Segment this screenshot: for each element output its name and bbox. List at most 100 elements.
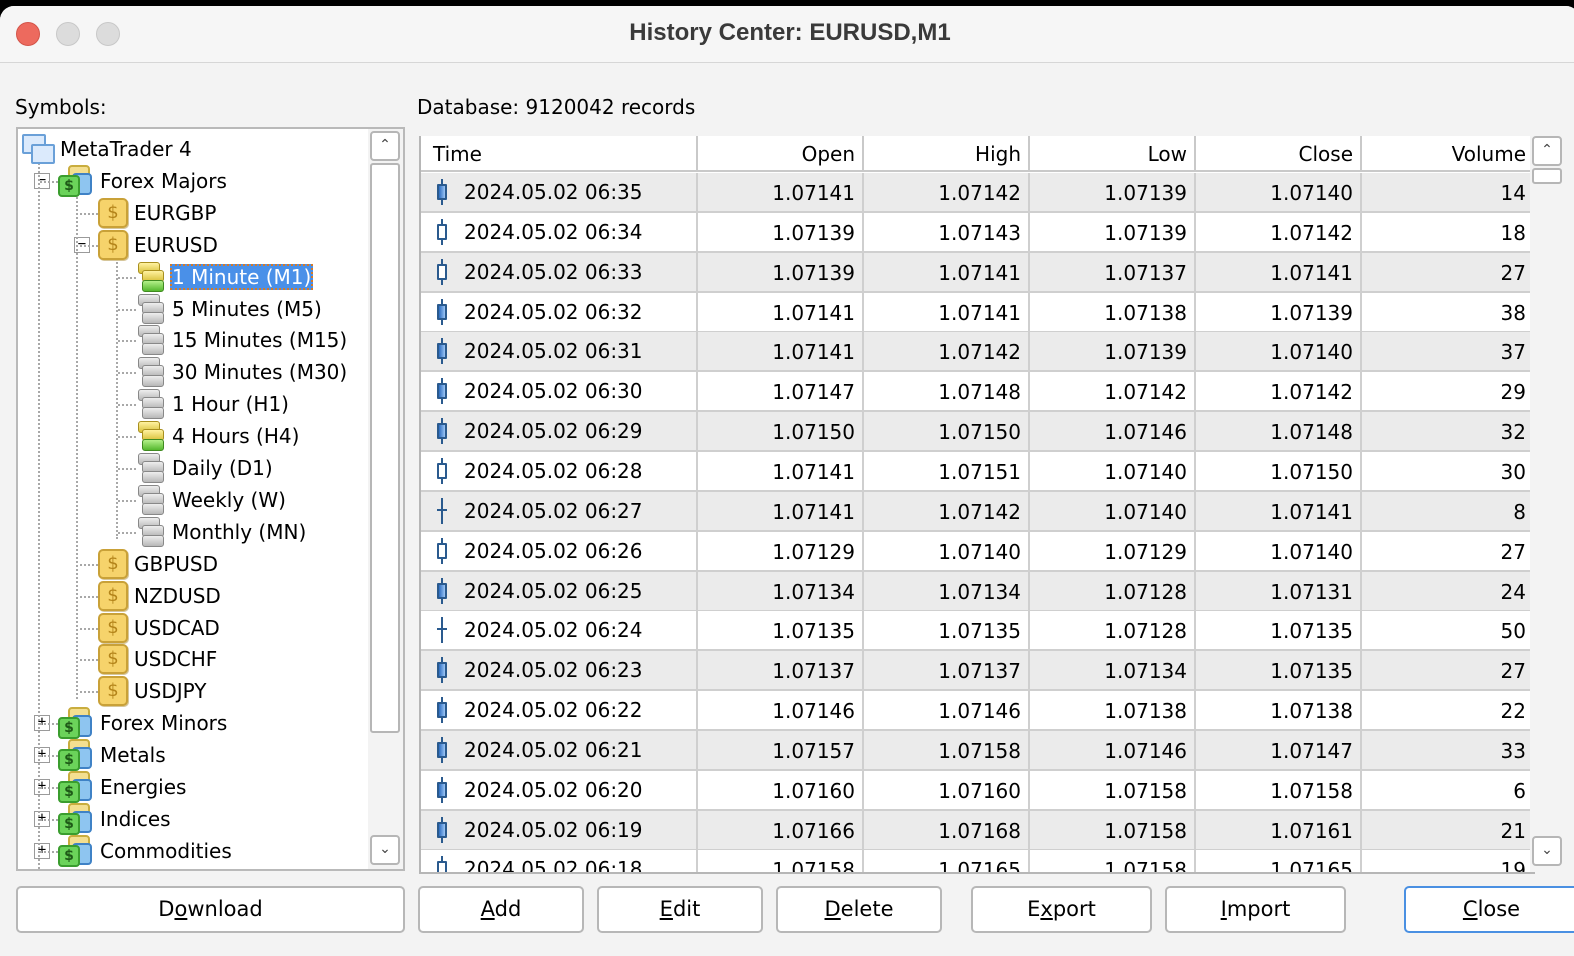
cell-high: 1.07146 xyxy=(864,691,1030,730)
table-row[interactable]: 2024.05.02 06:20 1.07160 1.07160 1.07158 1.0… xyxy=(421,770,1533,811)
table-row[interactable]: 2024.05.02 06:28 1.07141 1.07151 1.07140 1.0… xyxy=(421,451,1533,492)
tree-item[interactable]: 5 Minutes (M5) xyxy=(136,293,324,325)
time-value: 2024.05.02 06:34 xyxy=(464,219,643,244)
table-row[interactable]: 2024.05.02 06:18 1.07158 1.07165 1.07158 1.0… xyxy=(421,850,1533,872)
download-button[interactable]: Download xyxy=(16,886,405,933)
table-row[interactable]: 2024.05.02 06:32 1.07141 1.07141 1.07138 1.0… xyxy=(421,292,1533,333)
tree-item[interactable]: 4 Hours (H4) xyxy=(136,420,301,452)
time-value: 2024.05.02 06:24 xyxy=(464,618,643,643)
cell-low: 1.07138 xyxy=(1030,292,1196,331)
candle-bear-icon xyxy=(435,736,449,763)
tree-item[interactable]: $ USDJPY xyxy=(98,675,208,707)
tree-scroll-down-button[interactable]: ⌄ xyxy=(370,835,400,865)
tree-item[interactable]: $ EURGBP xyxy=(98,197,218,229)
symbol-group-icon: $ xyxy=(58,802,94,835)
symbol-group-icon: $ xyxy=(58,164,94,197)
table-row[interactable]: 2024.05.02 06:21 1.07157 1.07158 1.07146 1.0… xyxy=(421,730,1533,771)
edit-button[interactable]: Edit xyxy=(597,886,763,933)
dollar-symbol-icon: $ xyxy=(98,644,128,675)
tree-item[interactable]: $ USDCAD xyxy=(98,612,222,644)
table-scrollbar[interactable]: ⌃ ⌄ xyxy=(1530,132,1570,872)
tree-item[interactable]: 15 Minutes (M15) xyxy=(136,324,349,356)
cell-high: 1.07142 xyxy=(864,491,1030,530)
tree-item[interactable]: $ Forex Majors xyxy=(58,164,229,197)
tree-item[interactable]: 1 Minute (M1) xyxy=(136,261,314,293)
tree-item[interactable]: MetaTrader 4 xyxy=(22,133,194,165)
tree-scroll-thumb[interactable] xyxy=(370,163,400,733)
tree-item[interactable]: $ Energies xyxy=(58,771,188,803)
cell-time: 2024.05.02 06:27 xyxy=(421,491,698,530)
table-row[interactable]: 2024.05.02 06:25 1.07134 1.07134 1.07128 1.0… xyxy=(421,571,1533,612)
table-row[interactable]: 2024.05.02 06:34 1.07139 1.07143 1.07139 1.0… xyxy=(421,212,1533,253)
history-table[interactable]: Time Open High Low Close Volume 2024.05.… xyxy=(419,136,1535,874)
tree-item[interactable]: 1 Hour (H1) xyxy=(136,388,291,420)
tree-item[interactable]: $ Commodities xyxy=(58,834,234,867)
tree-item[interactable]: Weekly (W) xyxy=(136,484,288,516)
cell-high: 1.07148 xyxy=(864,372,1030,411)
table-row[interactable]: 2024.05.02 06:33 1.07139 1.07141 1.07137 1.0… xyxy=(421,252,1533,293)
tree-scrollbar[interactable]: ⌃ ⌄ xyxy=(368,129,403,869)
cell-volume: 50 xyxy=(1500,619,1526,644)
cell-open: 1.07137 xyxy=(698,651,864,690)
tree-item[interactable]: $ USDCHF xyxy=(98,643,219,675)
database-grey-icon xyxy=(136,293,166,325)
table-row[interactable]: 2024.05.02 06:29 1.07150 1.07150 1.07146 1.0… xyxy=(421,412,1533,453)
tree-item-label: USDCAD xyxy=(134,615,220,640)
chevron-down-icon: ⌄ xyxy=(1541,842,1553,858)
cell-close: 1.07140 xyxy=(1196,173,1362,211)
time-value: 2024.05.02 06:20 xyxy=(464,777,643,802)
export-button[interactable]: Export xyxy=(971,886,1152,933)
tree-item[interactable]: $ Metals xyxy=(58,739,168,772)
candle-bull-icon xyxy=(435,218,449,245)
tree-item[interactable]: $ GBPUSD xyxy=(98,548,220,580)
cell-high: 1.07142 xyxy=(864,173,1030,211)
symbols-tree[interactable]: − − + + + + + MetaTrader 4 $ Forex Majors $ EURGBP… xyxy=(16,127,405,871)
database-grey-icon xyxy=(136,452,166,484)
delete-button[interactable]: Delete xyxy=(776,886,942,933)
candle-bear-icon xyxy=(435,418,449,445)
column-header-low[interactable]: Low xyxy=(1030,136,1196,170)
tree-item[interactable]: $ Indices xyxy=(58,802,173,835)
table-row[interactable]: 2024.05.02 06:24 1.07135 1.07135 1.07128 1.0… xyxy=(421,611,1533,652)
tree-item[interactable]: Daily (D1) xyxy=(136,452,275,484)
table-scroll-down-button[interactable]: ⌄ xyxy=(1532,836,1562,866)
tree-item[interactable]: Monthly (MN) xyxy=(136,516,308,548)
time-value: 2024.05.02 06:27 xyxy=(464,498,643,523)
tree-item-label: MetaTrader 4 xyxy=(60,137,192,161)
cell-high: 1.07151 xyxy=(864,451,1030,490)
tree-item-label: NZDUSD xyxy=(134,583,221,608)
table-row[interactable]: 2024.05.02 06:31 1.07141 1.07142 1.07139 1.0… xyxy=(421,332,1533,373)
tree-item[interactable]: $ EURUSD xyxy=(98,229,220,261)
cell-time: 2024.05.02 06:19 xyxy=(421,810,698,849)
tree-item-label: 5 Minutes (M5) xyxy=(172,296,322,321)
tree-scroll-up-button[interactable]: ⌃ xyxy=(370,131,400,161)
column-header-time[interactable]: Time xyxy=(421,136,698,170)
table-row[interactable]: 2024.05.02 06:26 1.07129 1.07140 1.07129 1.0… xyxy=(421,531,1533,572)
cell-low: 1.07140 xyxy=(1030,451,1196,490)
table-scroll-up-button[interactable]: ⌃ xyxy=(1532,136,1562,166)
table-row[interactable]: 2024.05.02 06:35 1.07141 1.07142 1.07139 1.0… xyxy=(421,173,1533,213)
tree-item[interactable]: $ Forex Minors xyxy=(58,707,229,740)
column-header-open[interactable]: Open xyxy=(698,136,864,170)
column-header-volume[interactable]: Volume xyxy=(1362,136,1533,170)
import-button[interactable]: Import xyxy=(1165,886,1346,933)
table-row[interactable]: 2024.05.02 06:22 1.07146 1.07146 1.07138 1.0… xyxy=(421,691,1533,732)
table-row[interactable]: 2024.05.02 06:27 1.07141 1.07142 1.07140 1.0… xyxy=(421,491,1533,532)
database-records-label: Database: 9120042 records xyxy=(417,95,696,119)
table-row[interactable]: 2024.05.02 06:19 1.07166 1.07168 1.07158 1.0… xyxy=(421,810,1533,851)
cell-close: 1.07138 xyxy=(1196,691,1362,730)
candle-bear-icon xyxy=(435,179,449,205)
table-row[interactable]: 2024.05.02 06:30 1.07147 1.07148 1.07142 1.0… xyxy=(421,372,1533,413)
add-button[interactable]: Add xyxy=(418,886,584,933)
dollar-symbol-icon: $ xyxy=(98,612,128,643)
table-scroll-thumb[interactable] xyxy=(1532,168,1562,184)
close-button[interactable]: Close xyxy=(1404,886,1574,933)
column-header-close[interactable]: Close xyxy=(1196,136,1362,170)
column-header-high[interactable]: High xyxy=(864,136,1030,170)
tree-item[interactable]: $ NZDUSD xyxy=(98,580,223,612)
time-value: 2024.05.02 06:23 xyxy=(464,658,643,683)
cell-high: 1.07158 xyxy=(864,730,1030,769)
table-row[interactable]: 2024.05.02 06:23 1.07137 1.07137 1.07134 1.0… xyxy=(421,651,1533,692)
tree-item[interactable]: 30 Minutes (M30) xyxy=(136,356,349,388)
cell-low: 1.07134 xyxy=(1030,651,1196,690)
